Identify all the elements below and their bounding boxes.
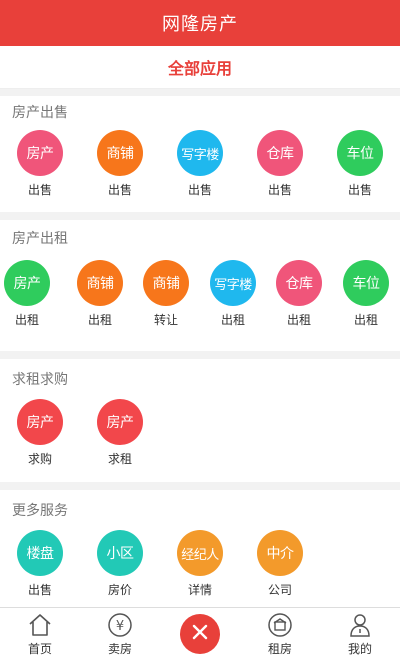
section-title: 更多服务 xyxy=(12,503,68,519)
app-item[interactable]: 车位 出售 xyxy=(330,130,390,198)
app-caption: 出租 xyxy=(87,313,112,327)
app-icon: 车位 xyxy=(337,130,383,176)
home-icon xyxy=(10,612,70,638)
app-item[interactable]: 楼盘 出售 xyxy=(10,530,70,598)
app-icon: 楼盘 xyxy=(17,530,63,576)
app-caption: 出售 xyxy=(347,183,372,197)
close-icon xyxy=(191,623,209,645)
app-icon: 小区 xyxy=(97,530,143,576)
section-sale: 房产出售 房产 出售 商铺 出售 写字楼 出售 仓库 出售 车位 出售 xyxy=(0,96,400,212)
app-item[interactable]: 小区 房价 xyxy=(90,530,150,598)
all-apps-title: 全部应用 xyxy=(167,59,232,78)
app-item[interactable]: 仓库 出售 xyxy=(250,130,310,198)
app-caption: 房价 xyxy=(107,583,132,597)
app-item[interactable]: 写字楼 出售 xyxy=(170,130,230,198)
app-icon: 商铺 xyxy=(97,130,143,176)
app-icon: 商铺 xyxy=(77,260,123,306)
app-item[interactable]: 车位 出租 xyxy=(336,260,396,328)
app-item[interactable]: 写字楼 出租 xyxy=(203,260,263,328)
app-item[interactable]: 中介 公司 xyxy=(250,530,310,598)
app-caption: 公司 xyxy=(267,583,292,597)
app-item[interactable]: 房产 出售 xyxy=(10,130,70,198)
section-title: 房产出租 xyxy=(12,231,68,247)
app-caption: 出租 xyxy=(14,313,39,327)
app-caption: 出租 xyxy=(353,313,378,327)
app-caption: 转让 xyxy=(153,313,178,327)
app-item[interactable]: 商铺 转让 xyxy=(136,260,196,328)
app-icon: 车位 xyxy=(343,260,389,306)
app-caption: 详情 xyxy=(187,583,212,597)
app-caption: 出售 xyxy=(27,183,52,197)
close-button[interactable] xyxy=(180,614,220,654)
yen-icon: ¥ xyxy=(90,612,150,638)
app-item[interactable]: 房产 求租 xyxy=(90,399,150,467)
tab-label: 我的 xyxy=(347,642,372,656)
app-icon: 商铺 xyxy=(143,260,189,306)
app-item[interactable]: 房产 出租 xyxy=(0,260,57,328)
user-icon xyxy=(330,612,390,638)
bottom-tab-bar: 首页 ¥ 卖房 租房 我的 xyxy=(0,607,400,667)
svg-text:¥: ¥ xyxy=(116,619,124,634)
app-icon: 仓库 xyxy=(257,130,303,176)
tab-label: 卖房 xyxy=(107,642,132,656)
app-icon: 房产 xyxy=(97,399,143,445)
app-icon: 房产 xyxy=(17,130,63,176)
rent-icon xyxy=(250,612,310,638)
tab-home[interactable]: 首页 xyxy=(10,612,70,657)
app-icon: 仓库 xyxy=(276,260,322,306)
app-caption: 出售 xyxy=(267,183,292,197)
app-icon: 中介 xyxy=(257,530,303,576)
app-icon: 写字楼 xyxy=(177,130,223,176)
app-item[interactable]: 房产 求购 xyxy=(10,399,70,467)
app-item[interactable]: 商铺 出租 xyxy=(70,260,130,328)
tab-label: 租房 xyxy=(267,642,292,656)
app-item[interactable]: 商铺 出售 xyxy=(90,130,150,198)
app-title: 网隆房产 xyxy=(162,14,238,35)
app-icon: 写字楼 xyxy=(210,260,256,306)
app-caption: 求购 xyxy=(27,452,52,466)
tab-sell[interactable]: ¥ 卖房 xyxy=(90,612,150,657)
tab-label: 首页 xyxy=(27,642,52,656)
section-wanted: 求租求购 房产 求购 房产 求租 xyxy=(0,359,400,482)
section-title: 求租求购 xyxy=(12,372,68,388)
tab-mine[interactable]: 我的 xyxy=(330,612,390,657)
app-item[interactable]: 经纪人 详情 xyxy=(170,530,230,598)
app-item[interactable]: 仓库 出租 xyxy=(269,260,329,328)
section-rent: 房产出租 房产 出租 商铺 出租 商铺 转让 写字楼 出租 仓库 出租 车位 出… xyxy=(0,220,400,351)
app-caption: 出租 xyxy=(286,313,311,327)
app-header: 网隆房产 xyxy=(0,0,400,46)
tab-rent[interactable]: 租房 xyxy=(250,612,310,657)
all-apps-bar: 全部应用 xyxy=(0,46,400,89)
section-title: 房产出售 xyxy=(12,105,68,121)
app-icon: 经纪人 xyxy=(177,530,223,576)
app-icon: 房产 xyxy=(17,399,63,445)
app-caption: 出租 xyxy=(220,313,245,327)
app-icon: 房产 xyxy=(4,260,50,306)
app-caption: 出售 xyxy=(27,583,52,597)
app-caption: 出售 xyxy=(107,183,132,197)
app-caption: 求租 xyxy=(107,452,132,466)
app-caption: 出售 xyxy=(187,183,212,197)
